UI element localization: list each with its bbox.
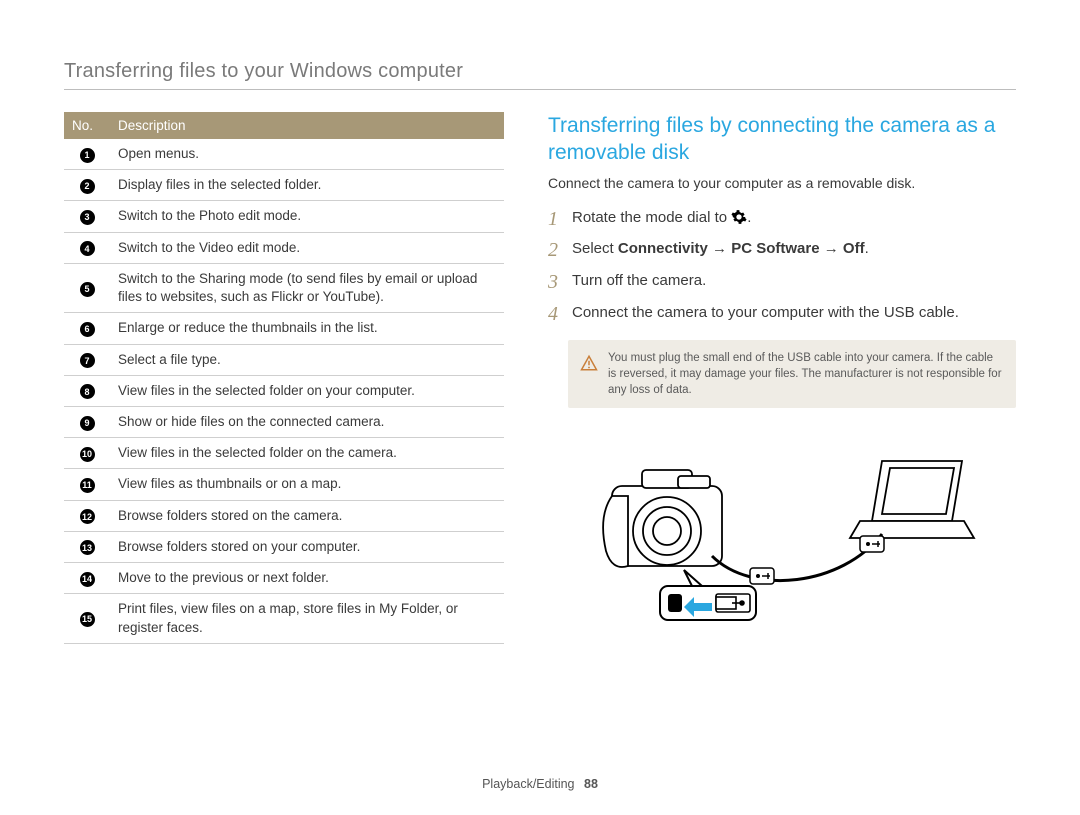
table-row: 12 Browse folders stored on the camera. <box>64 500 504 531</box>
step-2-pre: Select <box>572 240 618 257</box>
num-badge: 8 <box>80 384 95 399</box>
num-badge: 1 <box>80 148 95 163</box>
description-table: No. Description 1 Open menus. 2 Display fi… <box>64 112 504 644</box>
num-badge: 12 <box>80 509 95 524</box>
cell-desc: Show or hide files on the connected came… <box>110 406 504 437</box>
num-badge: 10 <box>80 447 95 462</box>
table-row: 11 View files as thumbnails or on a map. <box>64 469 504 500</box>
num-badge: 2 <box>80 179 95 194</box>
num-badge: 5 <box>80 282 95 297</box>
page-header-title: Transferring files to your Windows compu… <box>64 60 1016 83</box>
cell-desc: View files as thumbnails or on a map. <box>110 469 504 500</box>
cell-desc: Switch to the Photo edit mode. <box>110 201 504 232</box>
col-desc: Description <box>110 112 504 139</box>
step-2-b2: PC Software <box>731 240 819 257</box>
num-badge: 3 <box>80 210 95 225</box>
footer-page-number: 88 <box>584 777 598 791</box>
num-badge: 6 <box>80 322 95 337</box>
num-badge: 7 <box>80 353 95 368</box>
warning-icon <box>580 354 598 377</box>
num-badge: 9 <box>80 416 95 431</box>
col-no: No. <box>64 112 110 139</box>
cell-desc: Enlarge or reduce the thumbnails in the … <box>110 313 504 344</box>
step-2: Select Connectivity → PC Software → Off. <box>548 238 1016 260</box>
step-2-post: . <box>865 240 869 257</box>
step-4: Connect the camera to your computer with… <box>548 302 1016 324</box>
cell-desc: Switch to the Sharing mode (to send file… <box>110 263 504 312</box>
warning-note: You must plug the small end of the USB c… <box>568 340 1016 408</box>
step-3: Turn off the camera. <box>548 270 1016 292</box>
arrow-icon: → <box>708 240 731 257</box>
table-row: 3 Switch to the Photo edit mode. <box>64 201 504 232</box>
step-1: Rotate the mode dial to . <box>548 207 1016 229</box>
cell-desc: Move to the previous or next folder. <box>110 563 504 594</box>
cell-desc: Switch to the Video edit mode. <box>110 232 504 263</box>
table-row: 6 Enlarge or reduce the thumbnails in the… <box>64 313 504 344</box>
section-title: Transferring files by connecting the cam… <box>548 112 1016 167</box>
table-row: 9 Show or hide files on the connected cam… <box>64 406 504 437</box>
step-2-b3: Off <box>843 240 865 257</box>
cell-desc: Browse folders stored on your computer. <box>110 531 504 562</box>
footer-section: Playback/Editing <box>482 777 574 791</box>
table-row: 15 Print files, view files on a map, stor… <box>64 594 504 643</box>
page-footer: Playback/Editing 88 <box>0 777 1080 791</box>
gear-icon <box>731 209 747 225</box>
num-badge: 15 <box>80 612 95 627</box>
table-row: 13 Browse folders stored on your computer… <box>64 531 504 562</box>
table-row: 5 Switch to the Sharing mode (to send fil… <box>64 263 504 312</box>
cell-desc: Open menus. <box>110 139 504 170</box>
connection-figure <box>548 426 1016 626</box>
cell-desc: Select a file type. <box>110 344 504 375</box>
table-row: 1 Open menus. <box>64 139 504 170</box>
table-row: 10 View files in the selected folder on t… <box>64 438 504 469</box>
num-badge: 11 <box>80 478 95 493</box>
num-badge: 13 <box>80 540 95 555</box>
cell-desc: Browse folders stored on the camera. <box>110 500 504 531</box>
step-1-pre: Rotate the mode dial to <box>572 209 731 226</box>
step-1-post: . <box>747 209 751 226</box>
steps-list: Rotate the mode dial to . Select Connect… <box>548 207 1016 324</box>
warning-text: You must plug the small end of the USB c… <box>608 352 1002 396</box>
arrow-icon: → <box>820 240 843 257</box>
header-rule <box>64 89 1016 90</box>
num-badge: 4 <box>80 241 95 256</box>
step-2-b1: Connectivity <box>618 240 708 257</box>
cell-desc: Print files, view files on a map, store … <box>110 594 504 643</box>
cell-desc: Display files in the selected folder. <box>110 170 504 201</box>
cell-desc: View files in the selected folder on you… <box>110 375 504 406</box>
table-row: 7 Select a file type. <box>64 344 504 375</box>
section-intro: Connect the camera to your computer as a… <box>548 175 1016 191</box>
table-row: 4 Switch to the Video edit mode. <box>64 232 504 263</box>
num-badge: 14 <box>80 572 95 587</box>
table-row: 14 Move to the previous or next folder. <box>64 563 504 594</box>
cell-desc: View files in the selected folder on the… <box>110 438 504 469</box>
table-row: 8 View files in the selected folder on yo… <box>64 375 504 406</box>
table-row: 2 Display files in the selected folder. <box>64 170 504 201</box>
